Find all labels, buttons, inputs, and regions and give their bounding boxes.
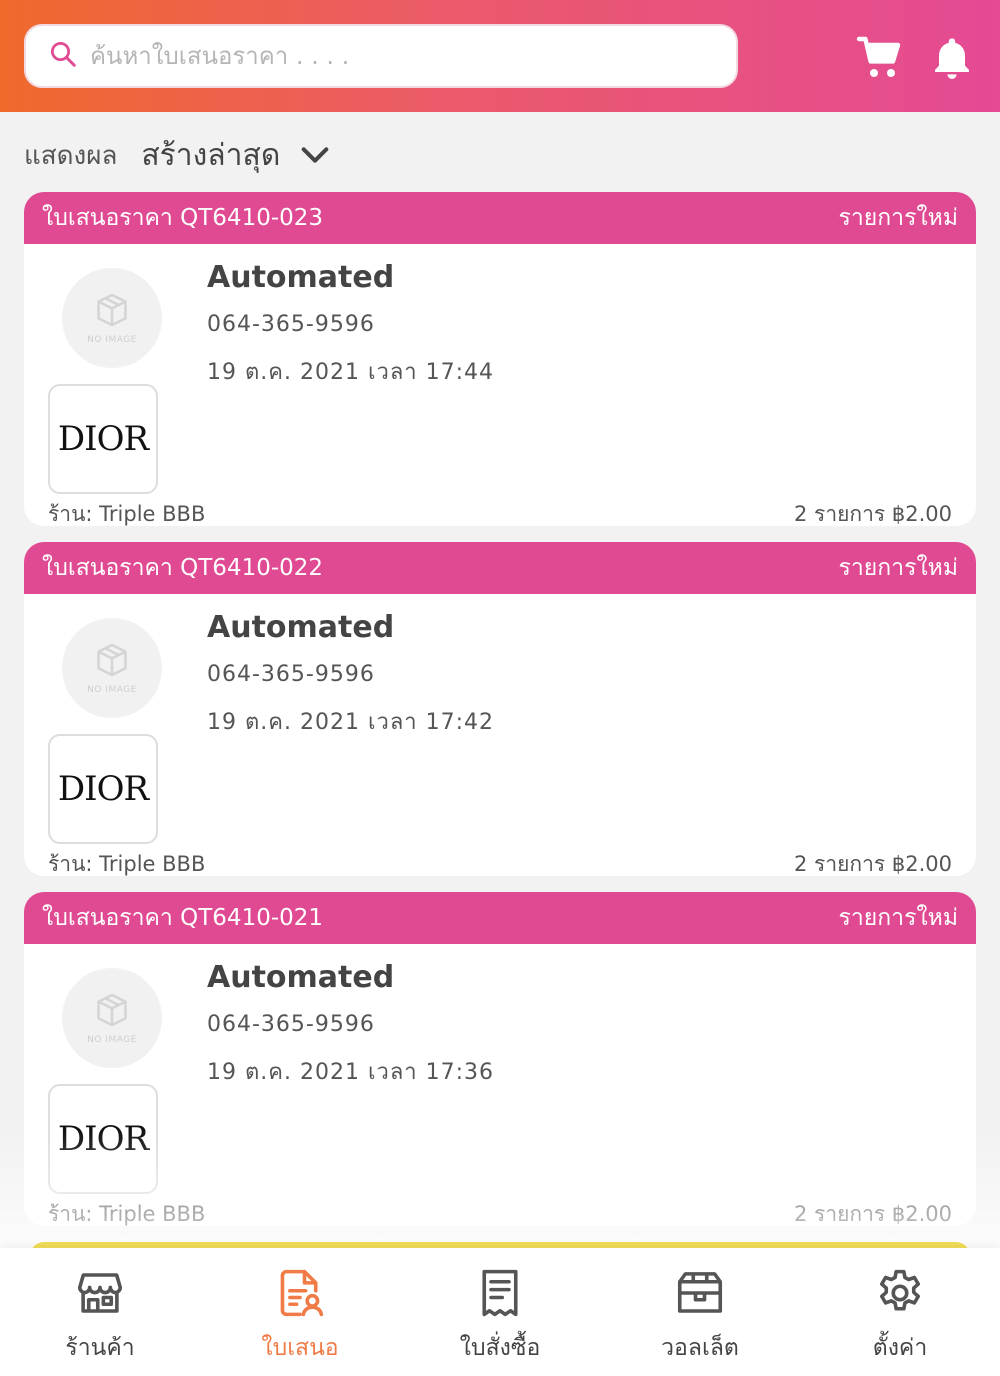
no-image-text: NO IMAGE: [87, 1035, 137, 1045]
quotation-card[interactable]: ใบเสนอราคา QT6410-022 รายการใหม่ NO IMAG…: [24, 542, 976, 876]
box-icon: [97, 643, 127, 677]
quotation-date: 19 ต.ค. 2021 เวลา 17:42: [207, 710, 495, 735]
nav-label: ใบสั่งซื้อ: [459, 1335, 541, 1361]
chevron-down-icon[interactable]: [298, 138, 332, 172]
status-badge: รายการใหม่: [838, 905, 959, 931]
customer-phone: 064-365-9596: [207, 1012, 375, 1037]
quotation-number: ใบเสนอราคา QT6410-022: [42, 555, 324, 581]
settings-icon: [879, 1269, 921, 1311]
quotation-number: ใบเสนอราคา QT6410-023: [42, 205, 324, 231]
brand-logo: DIOR: [48, 384, 158, 494]
bottom-nav: ร้านค้า ใบเสนอ ใบสั่งซื้อ วอลเล็ต ตั้งค่…: [0, 1248, 1000, 1376]
cart-icon[interactable]: [856, 34, 904, 82]
nav-label: ร้านค้า: [65, 1335, 135, 1361]
nav-settings[interactable]: ตั้งค่า: [800, 1248, 1000, 1376]
no-image-text: NO IMAGE: [87, 685, 137, 695]
search-bar[interactable]: [24, 24, 738, 88]
status-badge: รายการใหม่: [838, 205, 959, 231]
shop-name: ร้าน: Triple BBB: [48, 852, 206, 876]
brand-logo-text: DIOR: [57, 419, 149, 459]
card-header: ใบเสนอราคา QT6410-023 รายการใหม่: [24, 192, 976, 244]
customer-name: Automated: [207, 960, 395, 995]
brand-logo: DIOR: [48, 1084, 158, 1194]
search-input[interactable]: [90, 42, 690, 70]
customer-name: Automated: [207, 610, 395, 645]
nav-label: วอลเล็ต: [661, 1335, 739, 1361]
notification-bell-icon[interactable]: [928, 34, 976, 82]
search-icon: [48, 39, 78, 73]
brand-logo-text: DIOR: [57, 769, 149, 809]
app-header: [0, 0, 1000, 112]
quotation-number: ใบเสนอราคา QT6410-021: [42, 905, 324, 931]
quotation-card[interactable]: ใบเสนอราคา QT6410-021 รายการใหม่ NO IMAG…: [24, 892, 976, 1226]
quotation-total: 2 รายการ ฿2.00: [794, 502, 952, 526]
nav-store[interactable]: ร้านค้า: [0, 1248, 200, 1376]
shop-name: ร้าน: Triple BBB: [48, 1202, 206, 1226]
sort-dropdown-value[interactable]: สร้างล่าสุด: [141, 132, 280, 179]
no-image-text: NO IMAGE: [87, 335, 137, 345]
receipt-icon: [482, 1269, 518, 1317]
store-icon: [77, 1273, 123, 1313]
nav-quotation[interactable]: ใบเสนอ: [200, 1248, 400, 1376]
brand-logo: DIOR: [48, 734, 158, 844]
customer-phone: 064-365-9596: [207, 662, 375, 687]
card-header: ใบเสนอราคา QT6410-022 รายการใหม่: [24, 542, 976, 594]
sort-bar: แสดงผล สร้างล่าสุด: [24, 130, 332, 180]
quotation-card[interactable]: ใบเสนอราคา QT6410-023 รายการใหม่ NO IMAG…: [24, 192, 976, 526]
card-header: ใบเสนอราคา QT6410-021 รายการใหม่: [24, 892, 976, 944]
quotation-total: 2 รายการ ฿2.00: [794, 852, 952, 876]
shop-name: ร้าน: Triple BBB: [48, 502, 206, 526]
nav-purchase-order[interactable]: ใบสั่งซื้อ: [400, 1248, 600, 1376]
no-image-placeholder: NO IMAGE: [62, 268, 162, 368]
brand-logo-text: DIOR: [57, 1119, 149, 1159]
customer-name: Automated: [207, 260, 395, 295]
quotation-date: 19 ต.ค. 2021 เวลา 17:44: [207, 360, 495, 385]
box-icon: [97, 293, 127, 327]
nav-label: ใบเสนอ: [261, 1335, 339, 1361]
no-image-placeholder: NO IMAGE: [62, 968, 162, 1068]
status-badge: รายการใหม่: [838, 555, 959, 581]
quotation-date: 19 ต.ค. 2021 เวลา 17:36: [207, 1060, 495, 1085]
box-icon: [97, 993, 127, 1027]
customer-phone: 064-365-9596: [207, 312, 375, 337]
nav-label: ตั้งค่า: [872, 1335, 928, 1361]
quotation-total: 2 รายการ ฿2.00: [794, 1202, 952, 1226]
quotation-icon: [280, 1269, 324, 1317]
nav-wallet[interactable]: วอลเล็ต: [600, 1248, 800, 1376]
sort-label: แสดงผล: [24, 140, 118, 171]
wallet-icon: [677, 1272, 723, 1313]
no-image-placeholder: NO IMAGE: [62, 618, 162, 718]
